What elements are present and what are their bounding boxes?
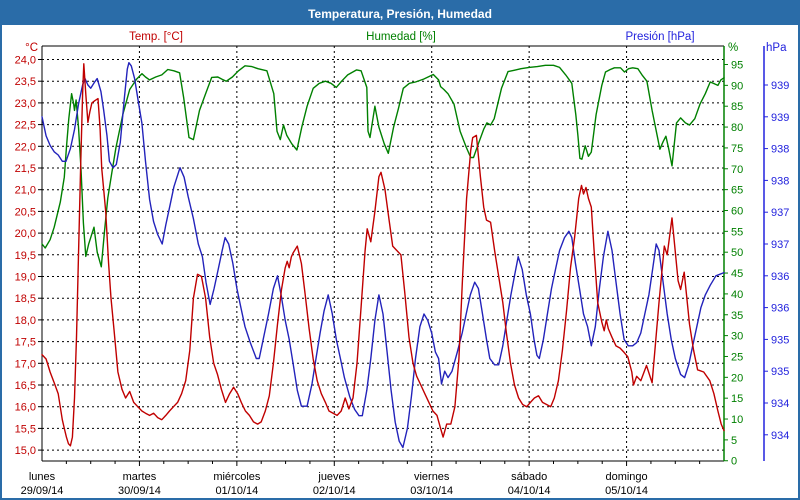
day-name-label: miércoles (213, 471, 261, 483)
temp-tick-label: 21,0 (15, 185, 36, 197)
humidity-tick-label: 75 (731, 143, 743, 155)
day-name-label: viernes (414, 471, 450, 483)
temp-tick-label: 22,5 (15, 120, 36, 132)
day-date-label: 05/10/14 (605, 485, 648, 497)
pressure-tick-label: 937 (771, 207, 789, 219)
humidity-tick-label: 55 (731, 226, 743, 238)
day-date-label: 03/10/14 (410, 485, 453, 497)
temp-tick-label: 15,0 (15, 445, 36, 457)
pressure-tick-label: 935 (771, 334, 789, 346)
humidity-tick-label: 45 (731, 268, 743, 280)
day-name-label: lunes (29, 471, 56, 483)
pressure-tick-label: 936 (771, 303, 789, 315)
temp-tick-label: 19,0 (15, 272, 36, 284)
pressure-tick-label: 939 (771, 80, 789, 92)
humidity-tick-label: 40 (731, 289, 743, 301)
day-date-label: 04/10/14 (508, 485, 551, 497)
temp-tick-label: 18,5 (15, 293, 36, 305)
humidity-tick-label: 20 (731, 372, 743, 384)
temp-tick-label: 19,5 (15, 250, 36, 262)
pressure-tick-label: 938 (771, 144, 789, 156)
day-date-label: 01/10/14 (215, 485, 258, 497)
day-date-label: 29/09/14 (21, 485, 64, 497)
humidity-tick-label: 80 (731, 122, 743, 134)
humidity-tick-label: 30 (731, 331, 743, 343)
temp-tick-label: 20,0 (15, 228, 36, 240)
humidity-tick-label: 35 (731, 310, 743, 322)
temp-tick-label: 23,5 (15, 76, 36, 88)
humidity-tick-label: 15 (731, 393, 743, 405)
temp-tick-label: 22,0 (15, 141, 36, 153)
humidity-tick-label: 5 (731, 435, 737, 447)
pressure-tick-label: 934 (771, 398, 789, 410)
weather-chart-window: Temperatura, Presión, Humedad Temp. [°C]… (0, 0, 800, 500)
temp-tick-label: 16,5 (15, 380, 36, 392)
temp-tick-label: 17,5 (15, 337, 36, 349)
day-name-label: domingo (605, 471, 647, 483)
pressure-tick-label: 939 (771, 112, 789, 124)
humidity-tick-label: 50 (731, 247, 743, 259)
pressure-tick-label: 935 (771, 366, 789, 378)
day-name-label: sábado (511, 471, 547, 483)
humidity-tick-label: 0 (731, 456, 737, 468)
temp-tick-label: 18,0 (15, 315, 36, 327)
pressure-tick-label: 937 (771, 239, 789, 251)
temp-tick-label: 21,5 (15, 163, 36, 175)
temp-tick-label: 15,5 (15, 423, 36, 435)
plot-area: 24,0 23,5 23,0 22,5 22,0 21,5 21,0 20,5 20,0 19,5… (2, 2, 798, 498)
temp-tick-label: 17,0 (15, 358, 36, 370)
pressure-tick-label: 934 (771, 430, 789, 442)
temp-tick-label: 20,5 (15, 206, 36, 218)
day-name-label: jueves (317, 471, 350, 483)
humidity-tick-label: 65 (731, 185, 743, 197)
day-date-label: 30/09/14 (118, 485, 161, 497)
humidity-tick-label: 25 (731, 351, 743, 363)
humidity-tick-label: 90 (731, 80, 743, 92)
series-line-humidity (42, 65, 724, 266)
temp-tick-label: 23,0 (15, 98, 36, 110)
temp-tick-label: 16,0 (15, 402, 36, 414)
day-date-label: 02/10/14 (313, 485, 356, 497)
temp-tick-label: 24,0 (15, 55, 36, 67)
pressure-tick-label: 936 (771, 271, 789, 283)
pressure-tick-label: 938 (771, 175, 789, 187)
humidity-tick-label: 95 (731, 60, 743, 72)
humidity-tick-label: 60 (731, 205, 743, 217)
humidity-tick-label: 70 (731, 164, 743, 176)
humidity-tick-label: 10 (731, 414, 743, 426)
day-name-label: martes (123, 471, 157, 483)
humidity-tick-label: 85 (731, 101, 743, 113)
